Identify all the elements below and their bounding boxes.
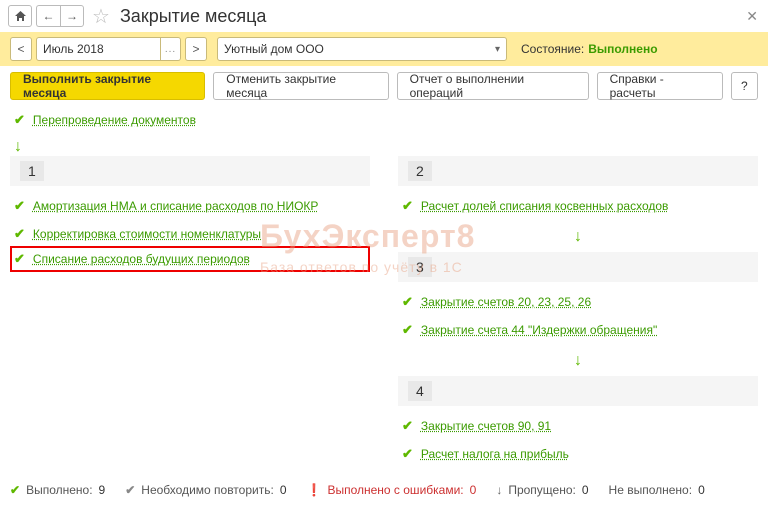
arrow-left-icon: ← xyxy=(43,9,55,23)
cancel-close-button[interactable]: Отменить закрытие месяца xyxy=(213,72,388,100)
check-icon: ✔ xyxy=(402,446,413,462)
section-3-head: 3 xyxy=(398,252,758,282)
check-icon: ✔ xyxy=(402,294,413,310)
state-label: Состояние: xyxy=(521,42,584,56)
errors-label: Выполнено с ошибками: xyxy=(327,483,463,497)
errors-count: 0 xyxy=(470,483,477,497)
check-icon: ✔ xyxy=(14,112,25,128)
check-icon: ✔ xyxy=(402,198,413,214)
state-value: Выполнено xyxy=(588,42,657,56)
check-icon: ✔ xyxy=(14,226,25,242)
home-icon xyxy=(14,10,27,22)
section-4-head: 4 xyxy=(398,376,758,406)
not-done-count: 0 xyxy=(698,483,705,497)
refs-button[interactable]: Справки - расчеты xyxy=(597,72,723,100)
section-1-head: 1 xyxy=(10,156,370,186)
skipped-label: Пропущено: xyxy=(508,483,576,497)
action-bar: Выполнить закрытие месяца Отменить закры… xyxy=(0,66,768,106)
period-next-button[interactable]: > xyxy=(185,37,207,61)
window-title: Закрытие месяца xyxy=(120,6,266,27)
repeat-label: Необходимо повторить: xyxy=(141,483,274,497)
close-button[interactable]: ✕ xyxy=(746,8,758,25)
check-icon: ✔ xyxy=(125,483,135,497)
operation-link[interactable]: Расчет долей списания косвенных расходов xyxy=(421,199,669,213)
section-2-head: 2 xyxy=(398,156,758,186)
chevron-left-icon: < xyxy=(17,42,24,56)
top-operation-link[interactable]: Перепроведение документов xyxy=(33,113,196,127)
period-bar: < Июль 2018 ... > Уютный дом ООО ▾ Состо… xyxy=(0,32,768,66)
column-left: 1 ✔ Амортизация НМА и списание расходов … xyxy=(10,156,370,474)
operation-link[interactable]: Амортизация НМА и списание расходов по Н… xyxy=(33,199,319,213)
operation-link[interactable]: Закрытие счетов 20, 23, 25, 26 xyxy=(421,295,591,309)
status-footer: ✔ Выполнено: 9 ✔ Необходимо повторить: 0… xyxy=(10,483,758,497)
arrow-right-icon: → xyxy=(66,9,78,23)
period-field[interactable]: Июль 2018 xyxy=(36,37,161,61)
period-prev-button[interactable]: < xyxy=(10,37,32,61)
arrow-down-icon: ↓ xyxy=(574,352,582,370)
chevron-right-icon: > xyxy=(192,42,199,56)
section-number: 2 xyxy=(408,161,432,181)
operation-link[interactable]: Списание расходов будущих периодов xyxy=(33,252,250,266)
check-icon: ✔ xyxy=(402,418,413,434)
title-bar: ← → ☆ Закрытие месяца ✕ xyxy=(0,0,768,32)
operation-link[interactable]: Закрытие счетов 90, 91 xyxy=(421,419,551,433)
ellipsis-icon: ... xyxy=(165,44,176,55)
arrow-down-icon: ↓ xyxy=(496,483,502,497)
highlighted-operation: ✔ Списание расходов будущих периодов xyxy=(10,246,370,272)
done-count: 9 xyxy=(99,483,106,497)
arrow-down-icon: ↓ xyxy=(574,228,582,246)
organization-select[interactable]: Уютный дом ООО ▾ xyxy=(217,37,507,61)
back-button[interactable]: ← xyxy=(36,5,60,27)
execute-close-button[interactable]: Выполнить закрытие месяца xyxy=(10,72,205,100)
section-number: 4 xyxy=(408,381,432,401)
forward-button[interactable]: → xyxy=(60,5,84,27)
done-label: Выполнено: xyxy=(26,483,92,497)
operations-report-button[interactable]: Отчет о выполнении операций xyxy=(397,72,589,100)
column-right: 2 ✔ Расчет долей списания косвенных расх… xyxy=(398,156,758,474)
star-icon: ☆ xyxy=(92,4,110,29)
error-icon: ❗ xyxy=(307,483,322,497)
not-done-label: Не выполнено: xyxy=(609,483,693,497)
favorite-button[interactable]: ☆ xyxy=(92,4,110,29)
chevron-down-icon: ▾ xyxy=(495,44,500,55)
home-button[interactable] xyxy=(8,5,32,27)
check-icon: ✔ xyxy=(402,322,413,338)
period-more-button[interactable]: ... xyxy=(161,37,181,61)
organization-value: Уютный дом ООО xyxy=(224,42,324,56)
close-icon: ✕ xyxy=(746,8,758,24)
section-number: 1 xyxy=(20,161,44,181)
operation-link[interactable]: Корректировка стоимости номенклатуры xyxy=(33,227,261,241)
check-icon: ✔ xyxy=(10,483,20,497)
help-button[interactable]: ? xyxy=(731,72,758,100)
period-value: Июль 2018 xyxy=(43,42,104,56)
repeat-count: 0 xyxy=(280,483,287,497)
operation-link[interactable]: Расчет налога на прибыль xyxy=(421,447,569,461)
skipped-count: 0 xyxy=(582,483,589,497)
check-icon: ✔ xyxy=(14,251,25,267)
arrow-down-icon: ↓ xyxy=(14,138,22,155)
operation-link[interactable]: Закрытие счета 44 "Издержки обращения" xyxy=(421,323,657,337)
section-number: 3 xyxy=(408,257,432,277)
check-icon: ✔ xyxy=(14,198,25,214)
